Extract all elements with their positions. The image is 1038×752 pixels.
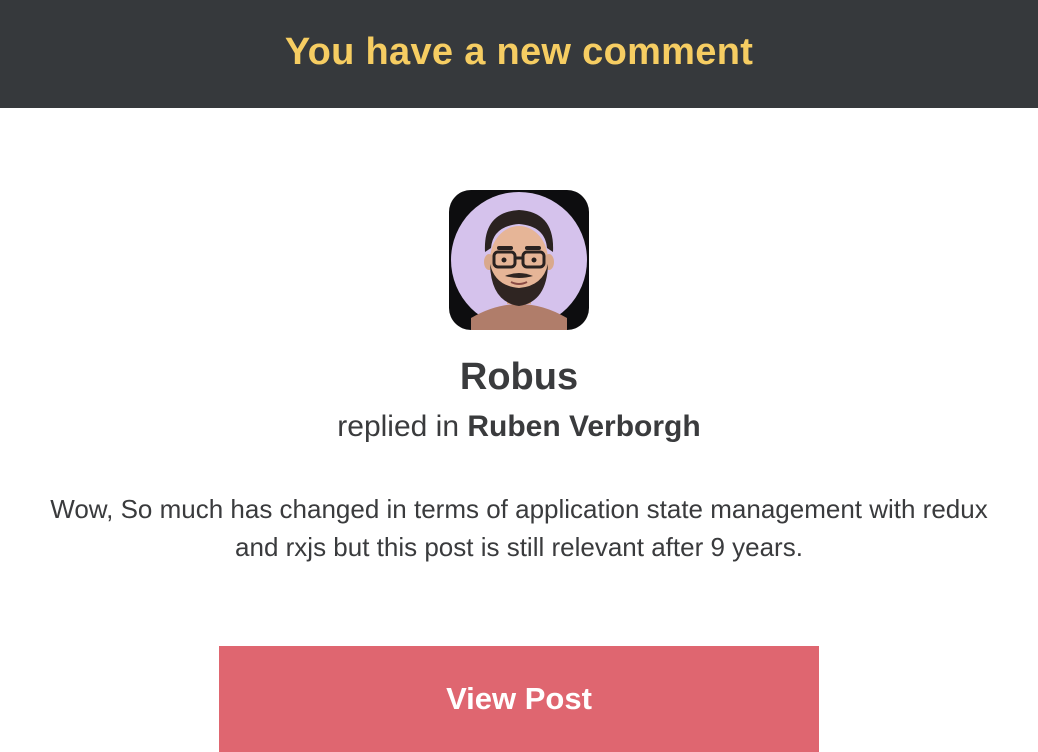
notification-title: You have a new comment (284, 30, 754, 73)
view-post-button[interactable]: View Post (219, 646, 819, 752)
reply-context: replied in Ruben Verborgh (0, 410, 1038, 444)
avatar-illustration (451, 192, 587, 330)
comment-author: Robus (459, 356, 579, 398)
reply-action-text: replied in (337, 410, 460, 443)
avatar (449, 190, 589, 330)
notification-header: You have a new comment (0, 0, 1038, 108)
comment-body: Wow, So much has changed in terms of app… (50, 494, 988, 562)
reply-target: Ruben Verborgh (467, 410, 701, 443)
